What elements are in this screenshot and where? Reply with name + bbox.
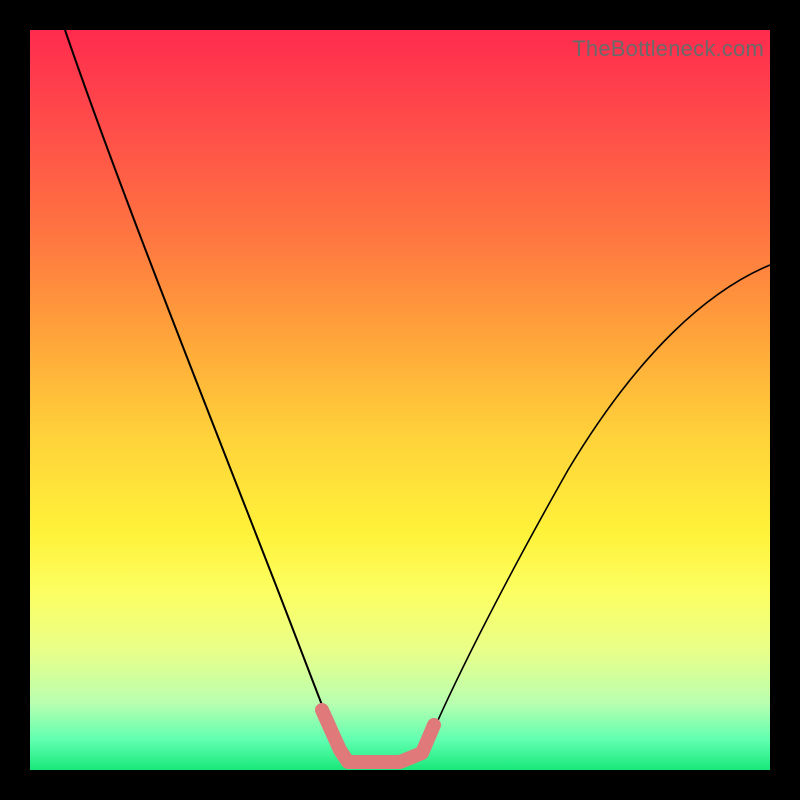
highlight-marker: [322, 710, 434, 762]
curve-right-branch: [425, 265, 770, 750]
chart-frame: TheBottleneck.com: [0, 0, 800, 800]
chart-plot-area: TheBottleneck.com: [30, 30, 770, 770]
chart-svg: [30, 30, 770, 770]
curve-left-branch: [65, 30, 340, 750]
